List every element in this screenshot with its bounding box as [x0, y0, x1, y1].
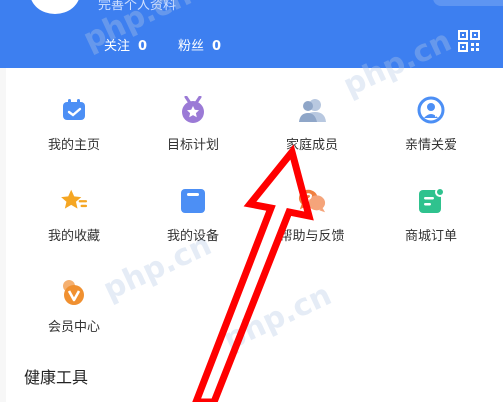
red-pointer-arrow	[192, 144, 314, 402]
app-screen: 完善个人资料 关注 0 粉丝 0 我的主页 目标计划 家庭成员 亲情关爱 我的收…	[0, 0, 503, 402]
